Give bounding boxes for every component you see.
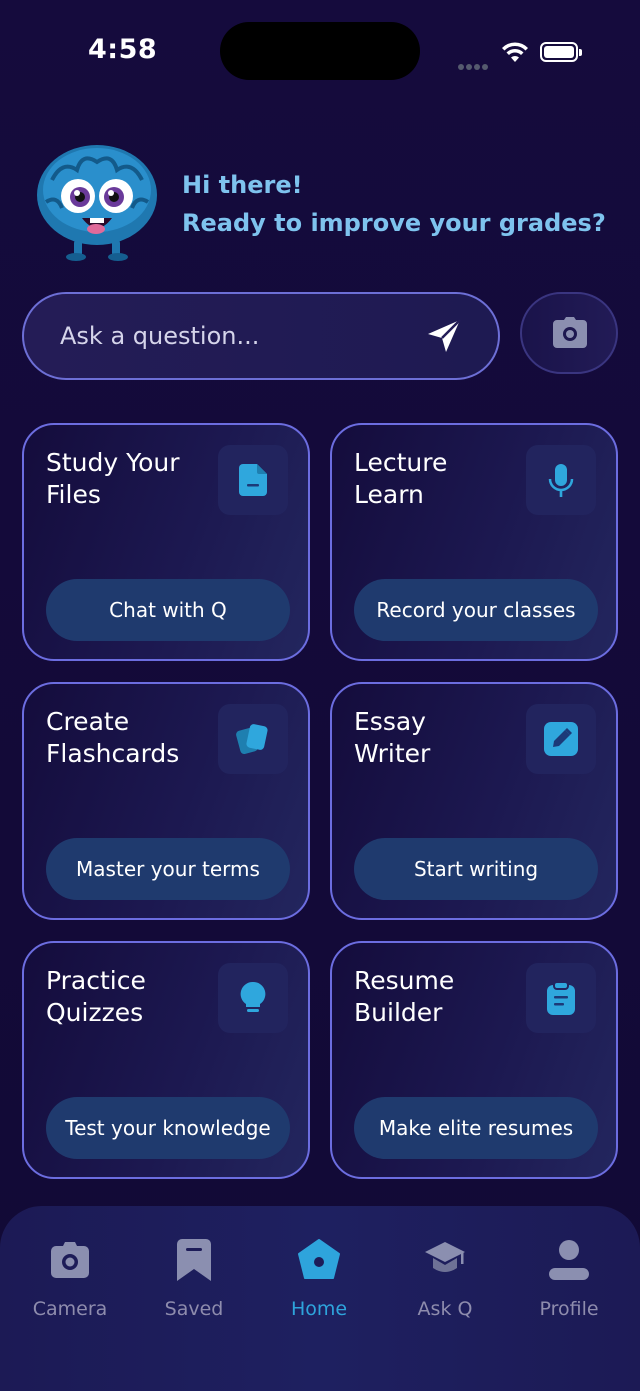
- card-title: Lecture Learn: [354, 448, 448, 509]
- tab-ask-q[interactable]: Ask Q: [385, 1238, 505, 1320]
- master-terms-button[interactable]: Master your terms: [46, 838, 290, 900]
- card-title: Resume Builder: [354, 966, 455, 1027]
- battery-icon: [540, 42, 582, 62]
- tab-camera[interactable]: Camera: [10, 1238, 130, 1320]
- card-study-files[interactable]: Study Your Files Chat with Q: [22, 423, 310, 661]
- tab-label: Home: [290, 1298, 348, 1320]
- microphone-icon: [548, 464, 574, 497]
- home-icon: [298, 1239, 340, 1279]
- file-icon: [239, 464, 267, 496]
- card-icon-box: [218, 704, 288, 774]
- graduation-cap-icon: [425, 1242, 465, 1272]
- lightbulb-icon: [240, 981, 266, 1012]
- tab-label: Profile: [539, 1298, 599, 1320]
- profile-icon: [549, 1240, 589, 1280]
- tab-label: Saved: [164, 1298, 224, 1320]
- cellular-signal-icon: [458, 55, 490, 74]
- record-classes-button[interactable]: Record your classes: [354, 579, 598, 641]
- dynamic-island: [220, 22, 420, 80]
- app-screen: 4:58 Hi there! Ready to improve your gra…: [0, 0, 640, 1391]
- test-knowledge-button[interactable]: Test your knowledge: [46, 1097, 290, 1159]
- tab-home[interactable]: Home: [259, 1238, 379, 1320]
- card-icon-box: [526, 704, 596, 774]
- card-icon-box: [218, 445, 288, 515]
- card-title: Essay Writer: [354, 707, 431, 768]
- card-essay-writer[interactable]: Essay Writer Start writing: [330, 682, 618, 920]
- tab-profile[interactable]: Profile: [509, 1238, 629, 1320]
- make-resumes-button[interactable]: Make elite resumes: [354, 1097, 598, 1159]
- greeting-line-2: Ready to improve your grades?: [182, 209, 606, 237]
- bottom-tab-bar: Camera Saved Home Ask Q Profile: [0, 1206, 640, 1391]
- tab-label: Camera: [32, 1298, 108, 1320]
- card-practice-quizzes[interactable]: Practice Quizzes Test your knowledge: [22, 941, 310, 1179]
- wifi-icon: [502, 42, 528, 62]
- status-time: 4:58: [88, 34, 158, 65]
- greeting: Hi there! Ready to improve your grades?: [182, 166, 606, 242]
- card-title: Study Your Files: [46, 448, 180, 509]
- card-lecture-learn[interactable]: Lecture Learn Record your classes: [330, 423, 618, 661]
- send-icon[interactable]: [422, 316, 466, 356]
- card-title: Create Flashcards: [46, 707, 180, 768]
- search-placeholder: Ask a question...: [60, 322, 260, 350]
- greeting-line-1: Hi there!: [182, 171, 303, 199]
- pencil-icon: [544, 722, 578, 756]
- brain-mascot-icon: [37, 145, 157, 261]
- tab-saved[interactable]: Saved: [134, 1238, 254, 1320]
- status-icons: [458, 38, 588, 70]
- card-create-flashcards[interactable]: Create Flashcards Master your terms: [22, 682, 310, 920]
- card-resume-builder[interactable]: Resume Builder Make elite resumes: [330, 941, 618, 1179]
- tab-label: Ask Q: [417, 1298, 473, 1320]
- bookmark-icon: [177, 1239, 211, 1281]
- card-title: Practice Quizzes: [46, 966, 146, 1027]
- chat-with-q-button[interactable]: Chat with Q: [46, 579, 290, 641]
- flashcards-icon: [236, 724, 268, 755]
- camera-icon: [553, 317, 587, 348]
- camera-button[interactable]: [520, 292, 618, 374]
- card-icon-box: [526, 963, 596, 1033]
- card-icon-box: [526, 445, 596, 515]
- card-icon-box: [218, 963, 288, 1033]
- clipboard-icon: [547, 981, 575, 1015]
- start-writing-button[interactable]: Start writing: [354, 838, 598, 900]
- camera-icon: [51, 1242, 89, 1278]
- ask-question-input[interactable]: Ask a question...: [22, 292, 500, 380]
